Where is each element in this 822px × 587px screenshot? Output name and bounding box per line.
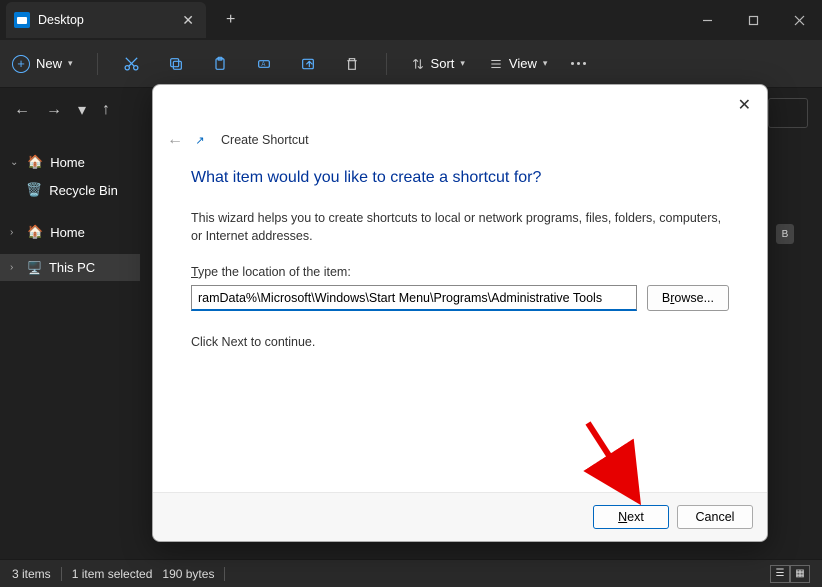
- dialog-body: What item would you like to create a sho…: [153, 153, 767, 492]
- view-icon: [489, 57, 503, 71]
- status-divider: [224, 567, 225, 581]
- tiles-view-button[interactable]: ▦: [790, 565, 810, 583]
- paste-icon[interactable]: [210, 54, 230, 74]
- chevron-down-icon: ▾: [543, 58, 548, 69]
- search-box[interactable]: [768, 98, 808, 128]
- toolbar-divider: [386, 53, 387, 75]
- selection-size: 190 bytes: [162, 567, 214, 581]
- maximize-button[interactable]: [730, 0, 776, 40]
- selection-count: 1 item selected: [72, 567, 153, 581]
- sidebar-item-recycle-bin[interactable]: 🗑️ Recycle Bin: [0, 176, 140, 204]
- new-label: New: [36, 56, 62, 71]
- dialog-back-button[interactable]: ←: [167, 131, 183, 149]
- view-label: View: [509, 56, 537, 71]
- continue-text: Click Next to continue.: [191, 335, 729, 349]
- location-field-row: Browse...: [191, 285, 729, 311]
- cancel-button[interactable]: Cancel: [677, 505, 753, 529]
- toolbar-divider: [97, 53, 98, 75]
- desktop-icon: [14, 12, 30, 28]
- minimize-button[interactable]: [684, 0, 730, 40]
- rename-icon[interactable]: A: [254, 54, 274, 74]
- delete-icon[interactable]: [342, 54, 362, 74]
- toolbar: + New ▾ A Sort ▾ View ▾: [0, 40, 822, 88]
- close-dialog-button[interactable]: ✕: [732, 93, 757, 117]
- history-dropdown[interactable]: ▾: [78, 100, 86, 120]
- forward-button[interactable]: →: [46, 101, 62, 119]
- new-tab-button[interactable]: +: [226, 11, 235, 29]
- new-button[interactable]: + New ▾: [12, 55, 73, 73]
- sidebar-item-this-pc[interactable]: › 🖥️ This PC: [0, 254, 140, 281]
- sort-label: Sort: [431, 56, 455, 71]
- close-tab-icon[interactable]: ✕: [182, 12, 194, 29]
- home-icon: 🏠: [27, 224, 43, 240]
- sidebar: ⌄ 🏠 Home 🗑️ Recycle Bin › 🏠 Home › 🖥️ Th…: [0, 132, 140, 559]
- location-input[interactable]: [191, 285, 637, 311]
- next-button[interactable]: Next: [593, 505, 669, 529]
- cut-icon[interactable]: [122, 54, 142, 74]
- sidebar-item-label: This PC: [49, 260, 95, 275]
- location-field-label: Type the location of the item:: [191, 265, 729, 279]
- chevron-down-icon: ⌄: [10, 157, 20, 168]
- recycle-bin-icon: 🗑️: [26, 182, 42, 198]
- chevron-down-icon: ▾: [68, 58, 73, 69]
- more-button[interactable]: [571, 62, 586, 65]
- up-button[interactable]: ↑: [102, 101, 110, 119]
- sidebar-item-home[interactable]: ⌄ 🏠 Home: [0, 148, 140, 176]
- window-titlebar: Desktop ✕ +: [0, 0, 822, 40]
- size-suffix-badge: B: [776, 224, 794, 244]
- details-view-button[interactable]: ☰: [770, 565, 790, 583]
- back-button[interactable]: ←: [14, 101, 30, 119]
- dialog-footer: Next Cancel: [153, 492, 767, 541]
- window-controls: [684, 0, 822, 40]
- browse-button[interactable]: Browse...: [647, 285, 729, 311]
- create-shortcut-dialog: ✕ ← ↗ Create Shortcut What item would yo…: [152, 84, 768, 542]
- home-icon: 🏠: [27, 154, 43, 170]
- svg-text:A: A: [261, 62, 265, 68]
- dialog-titlebar: ✕: [153, 85, 767, 131]
- chevron-right-icon: ›: [10, 227, 20, 238]
- chevron-down-icon: ▾: [460, 58, 465, 69]
- sidebar-item-home2[interactable]: › 🏠 Home: [0, 218, 140, 246]
- sort-icon: [411, 57, 425, 71]
- view-button[interactable]: View ▾: [489, 56, 547, 71]
- close-window-button[interactable]: [776, 0, 822, 40]
- dialog-nav: ← ↗ Create Shortcut: [153, 131, 767, 153]
- dialog-title: Create Shortcut: [221, 133, 309, 147]
- status-bar: 3 items 1 item selected 190 bytes ☰ ▦: [0, 559, 822, 587]
- chevron-right-icon: ›: [10, 262, 20, 273]
- sidebar-item-label: Home: [50, 225, 85, 240]
- item-count: 3 items: [12, 567, 51, 581]
- status-divider: [61, 567, 62, 581]
- plus-icon: +: [12, 55, 30, 73]
- sidebar-item-label: Recycle Bin: [49, 183, 118, 198]
- tab-desktop[interactable]: Desktop ✕: [6, 2, 206, 38]
- pc-icon: 🖥️: [27, 261, 42, 275]
- dialog-description: This wizard helps you to create shortcut…: [191, 209, 729, 245]
- sidebar-item-label: Home: [50, 155, 85, 170]
- dialog-heading: What item would you like to create a sho…: [191, 169, 729, 187]
- copy-icon[interactable]: [166, 54, 186, 74]
- view-mode-toggle: ☰ ▦: [770, 565, 810, 583]
- tab-title: Desktop: [38, 13, 174, 27]
- shortcut-icon: ↗: [193, 133, 207, 147]
- share-icon[interactable]: [298, 54, 318, 74]
- sort-button[interactable]: Sort ▾: [411, 56, 465, 71]
